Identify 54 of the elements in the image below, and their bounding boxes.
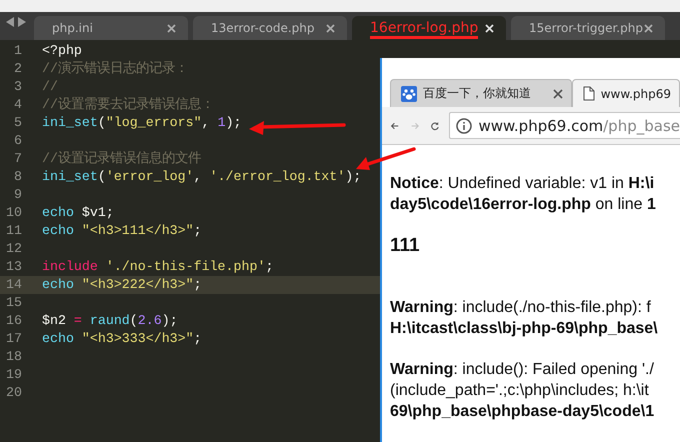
editor-tab[interactable]: 16error-log.php <box>352 16 506 40</box>
line-number: 5 <box>13 114 22 132</box>
document-icon <box>582 86 595 102</box>
url-text: www.php69.com/php_base <box>478 116 680 135</box>
line-number: 11 <box>5 222 22 240</box>
address-bar[interactable]: www.php69.com/php_base <box>449 112 680 140</box>
code-line: //演示错误日志的记录： <box>42 60 188 78</box>
editor-tab[interactable]: 15error-trigger.php <box>511 16 665 40</box>
annotation-arrow <box>355 146 417 172</box>
page-heading: 111 <box>390 235 421 257</box>
browser-tab[interactable]: www.php69 <box>572 79 680 108</box>
line-number: 10 <box>5 204 22 222</box>
code-line: echo "<h3>333</h3>"; <box>42 330 202 348</box>
line-number: 19 <box>5 366 22 384</box>
code-line: <?php <box>42 42 82 60</box>
line-number: 4 <box>13 96 22 114</box>
code-line: //设置记录错误信息的文件 <box>42 150 201 168</box>
code-line: echo "<h3>222</h3>"; <box>42 276 202 294</box>
editor-tab[interactable]: 13error-code.php <box>193 16 347 40</box>
code-line: ini_set('error_log', './error_log.txt'); <box>42 168 362 186</box>
line-number: 20 <box>5 384 22 402</box>
close-icon[interactable] <box>552 88 563 99</box>
line-number: 7 <box>13 150 22 168</box>
code-line: echo $v1; <box>42 204 114 222</box>
scroll-right-icon[interactable] <box>18 17 26 27</box>
line-number: 16 <box>5 312 22 330</box>
error-message: Notice: Undefined variable: v1 in H:\i day5\code\16error-log.php on line 1 <box>390 174 657 215</box>
browser-tab[interactable]: 百度一下，你就知道 <box>390 79 572 108</box>
tab-title: 百度一下，你就知道 <box>423 85 531 102</box>
tab-title: www.php69 <box>600 86 671 101</box>
error-message: Warning: include(): Failed opening './ (include_path='.;c:\php\includes; h:\it 69\php_base\phpbase-day5\code\1 <box>390 360 656 422</box>
code-line: include './no-this-file.php'; <box>42 258 274 276</box>
line-number: 18 <box>5 348 22 366</box>
line-number: 14 <box>5 276 22 294</box>
line-number: 1 <box>13 42 22 60</box>
line-number: 9 <box>13 186 22 204</box>
line-number: 13 <box>5 258 22 276</box>
line-number: 15 <box>5 294 22 312</box>
line-number: 6 <box>13 132 22 150</box>
line-number: 12 <box>5 240 22 258</box>
line-number: 8 <box>13 168 22 186</box>
error-message: Warning: include(./no-this-file.php): f H:\itcast\class\bj-php-69\php_base\ <box>390 298 659 339</box>
code-line: $n2 = raund(2.6); <box>42 312 178 330</box>
code-line: ini_set("log_errors", 1); <box>42 114 242 132</box>
paw-icon <box>401 86 417 102</box>
editor-tab[interactable]: php.ini <box>34 16 188 40</box>
code-line: //设置需要去记录错误信息： <box>42 96 214 114</box>
code-line: echo "<h3>111</h3>"; <box>42 222 202 240</box>
code-line: // <box>42 78 58 96</box>
info-icon <box>456 118 472 134</box>
line-number: 3 <box>13 78 22 96</box>
scroll-left-icon[interactable] <box>6 17 14 27</box>
line-number: 2 <box>13 60 22 78</box>
line-number: 17 <box>5 330 22 348</box>
